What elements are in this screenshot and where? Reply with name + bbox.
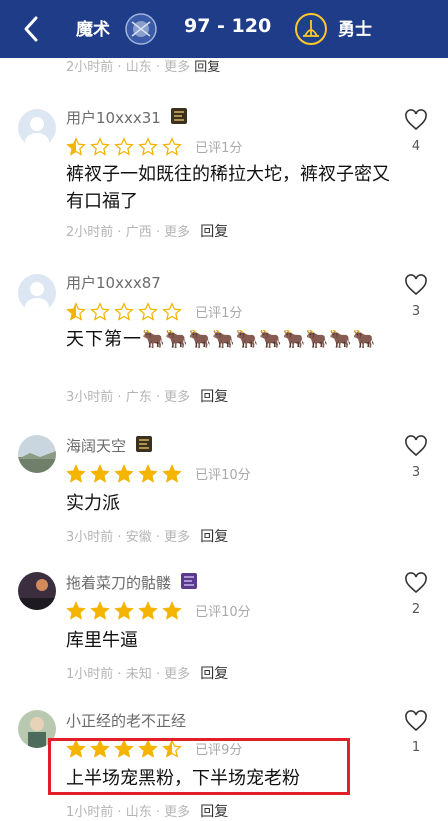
star-empty-icon [138, 301, 158, 321]
star-full-icon [90, 463, 110, 483]
heart-icon[interactable] [404, 109, 428, 131]
like-count: 2 [411, 602, 421, 617]
star-full-icon [162, 600, 182, 620]
like-button[interactable]: 4 [403, 109, 429, 154]
star-empty-icon [90, 301, 110, 321]
like-count: 3 [411, 465, 421, 480]
reply-button[interactable]: 回复 [194, 60, 220, 74]
star-full-icon [114, 600, 134, 620]
heart-icon[interactable] [404, 572, 428, 594]
avatar[interactable] [18, 435, 56, 473]
star-full-icon [114, 463, 134, 483]
star-full-icon [138, 600, 158, 620]
more-link[interactable]: 更多 [164, 225, 190, 240]
star-empty-icon [114, 301, 134, 321]
comment-username[interactable]: 用户10xxx87 [66, 272, 161, 293]
comment-text: 天下第一🐂🐂🐂🐂🐂🐂🐂🐂🐂🐂 [66, 329, 377, 350]
star-empty-icon [114, 136, 134, 156]
star-full-icon [138, 463, 158, 483]
more-link[interactable]: 更多 [164, 667, 190, 682]
rating-stars: 已评1分 [66, 301, 242, 322]
comment-text: 库里牛逼 [66, 630, 138, 651]
magic-logo-icon [125, 13, 157, 45]
comment-username[interactable]: 小正经的老不正经 [66, 710, 186, 731]
warriors-logo-icon [295, 13, 327, 45]
heart-icon[interactable] [404, 274, 428, 296]
reply-button[interactable]: 回复 [200, 224, 228, 240]
rating-stars: 已评10分 [66, 600, 251, 621]
home-team-name: 勇士 [338, 20, 372, 40]
like-button[interactable]: 2 [403, 572, 429, 617]
comment-meta: 2小时前 · 广西 · 更多 回复 [66, 224, 229, 240]
more-link[interactable]: 更多 [164, 60, 190, 74]
comment-meta: 1小时前 · 山东 · 更多 回复 [66, 804, 229, 820]
level-badge-icon [170, 108, 187, 124]
rating-score: 已评1分 [195, 141, 243, 156]
avatar[interactable] [18, 572, 56, 610]
rating-stars: 已评10分 [66, 463, 251, 484]
star-full-icon [66, 600, 86, 620]
like-count: 4 [411, 139, 421, 154]
level-badge-icon [135, 436, 152, 452]
like-button[interactable]: 3 [403, 435, 429, 480]
previous-comment-meta: 2小时前 · 山东 · 更多 回复 [66, 60, 221, 74]
level-badge-icon [180, 573, 197, 589]
comment-username[interactable]: 海阔天空 [66, 435, 153, 456]
score-display: 97 - 120 [184, 15, 272, 37]
avatar[interactable] [18, 109, 56, 147]
game-header: 魔术 97 - 120 勇士 [0, 0, 448, 58]
rating-score: 已评1分 [195, 306, 243, 321]
star-half-icon [66, 136, 86, 156]
comment-text: 裤衩子一如既往的稀拉大坨，裤衩子密又有口福了 [66, 164, 390, 212]
star-empty-icon [162, 301, 182, 321]
highlight-box [48, 738, 350, 795]
star-empty-icon [138, 136, 158, 156]
star-empty-icon [162, 136, 182, 156]
more-link[interactable]: 更多 [164, 390, 190, 405]
rating-score: 已评10分 [195, 468, 251, 483]
reply-button[interactable]: 回复 [200, 389, 228, 405]
like-count: 3 [411, 304, 421, 319]
like-button[interactable]: 3 [403, 274, 429, 319]
star-empty-icon [90, 136, 110, 156]
like-button[interactable]: 1 [403, 710, 429, 755]
reply-button[interactable]: 回复 [200, 666, 228, 682]
like-count: 1 [411, 740, 421, 755]
rating-stars: 已评1分 [66, 136, 242, 157]
away-team-name: 魔术 [76, 20, 110, 40]
heart-icon[interactable] [404, 710, 428, 732]
comment-meta: 1小时前 · 未知 · 更多 回复 [66, 666, 229, 682]
comment-meta: 3小时前 · 安徽 · 更多 回复 [66, 529, 229, 545]
more-link[interactable]: 更多 [164, 530, 190, 545]
comment-username[interactable]: 拖着菜刀的骷髅 [66, 572, 198, 593]
back-icon[interactable] [18, 12, 48, 46]
comment-meta: 3小时前 · 广东 · 更多 回复 [66, 389, 229, 405]
star-full-icon [90, 600, 110, 620]
heart-icon[interactable] [404, 435, 428, 457]
avatar[interactable] [18, 274, 56, 312]
reply-button[interactable]: 回复 [200, 529, 228, 545]
star-half-icon [66, 301, 86, 321]
rating-score: 已评10分 [195, 605, 251, 620]
star-full-icon [162, 463, 182, 483]
comment-text: 实力派 [66, 493, 120, 514]
comment-username[interactable]: 用户10xxx31 [66, 107, 188, 128]
star-full-icon [66, 463, 86, 483]
